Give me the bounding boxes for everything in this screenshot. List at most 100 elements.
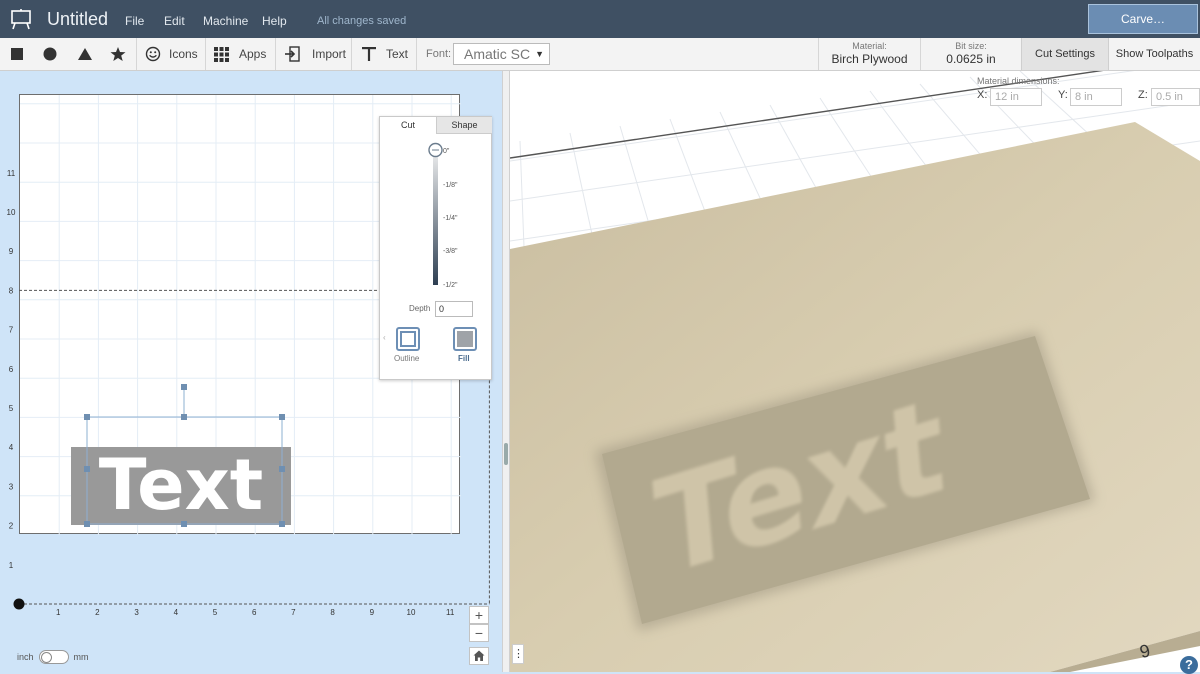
- icons-label: Icons: [169, 47, 198, 61]
- depth-tick-2: -1/4": [443, 215, 458, 222]
- outline-label: Outline: [394, 354, 420, 363]
- y-tick-label: 10: [7, 208, 16, 217]
- depth-tick-1: -1/8": [443, 182, 458, 189]
- menu-file[interactable]: File: [125, 14, 144, 28]
- origin-marker: [13, 598, 25, 610]
- x-tick-label: 11: [446, 608, 455, 617]
- x-tick-label: 6: [252, 608, 257, 617]
- toolbar: Icons Apps Import Text Font: Amatic SC ▼…: [0, 38, 1200, 71]
- caret-down-icon: ▼: [535, 49, 544, 59]
- circle-tool[interactable]: [43, 38, 57, 70]
- y-tick-label: 7: [9, 326, 14, 335]
- fill-icon: [457, 331, 473, 347]
- carve-button[interactable]: Carve…: [1088, 4, 1198, 34]
- triangle-icon: [78, 48, 92, 60]
- x-tick-label: 4: [174, 608, 179, 617]
- star-tool[interactable]: [110, 38, 126, 70]
- outline-option[interactable]: [396, 327, 420, 351]
- home-icon: [473, 650, 485, 661]
- x-tick-label: 9: [370, 608, 375, 617]
- pane-splitter[interactable]: [502, 71, 510, 672]
- zoom-out-button[interactable]: −: [469, 624, 489, 642]
- depth-input[interactable]: [435, 301, 473, 317]
- x-tick-label: 3: [134, 608, 139, 617]
- depth-tick-3: -3/8": [443, 248, 458, 255]
- fill-option[interactable]: [453, 327, 477, 351]
- preview-options-button[interactable]: ⋮: [512, 644, 524, 664]
- menu-edit[interactable]: Edit: [164, 14, 185, 28]
- y-tick-label: 2: [9, 522, 14, 531]
- font-value: Amatic SC: [464, 46, 531, 62]
- depth-tick-4: -1/2": [443, 282, 458, 289]
- y-tick-label: 9: [9, 247, 14, 256]
- menu-help[interactable]: Help: [262, 14, 287, 28]
- font-label: Font:: [426, 48, 452, 60]
- y-tick-label: 8: [9, 286, 14, 295]
- bitsize-selector[interactable]: Bit size: 0.0625 in: [920, 38, 1021, 70]
- triangle-tool[interactable]: [77, 38, 93, 70]
- tab-shape[interactable]: Shape: [436, 117, 492, 134]
- 3d-preview-render: Text 9: [510, 71, 1200, 672]
- text-label: Text: [386, 47, 409, 61]
- square-tool[interactable]: [10, 38, 24, 70]
- dim-x-input[interactable]: 12 in: [990, 88, 1042, 106]
- units-toggle[interactable]: inch mm: [17, 650, 89, 664]
- import-label: Import: [312, 47, 347, 61]
- easel-logo-icon[interactable]: [10, 8, 32, 30]
- dim-z-label: Z:: [1138, 89, 1148, 101]
- y-tick-label: 4: [9, 443, 14, 452]
- x-tick-label: 1: [56, 608, 61, 617]
- zoom-in-button[interactable]: +: [469, 606, 489, 624]
- y-tick-label: 1: [9, 561, 14, 570]
- depth-tick-0: 0": [443, 148, 450, 155]
- apps-label: Apps: [239, 47, 267, 61]
- home-view-button[interactable]: [469, 647, 489, 665]
- outline-icon: [400, 331, 416, 347]
- chevron-left-icon[interactable]: ‹: [383, 333, 386, 342]
- material-selector[interactable]: Material: Birch Plywood: [818, 38, 920, 70]
- depth-label: Depth: [409, 304, 431, 313]
- 3d-preview-pane[interactable]: Text 9: [510, 71, 1200, 672]
- font-select[interactable]: Amatic SC ▼: [453, 43, 550, 65]
- material-value: Birch Plywood: [831, 52, 908, 66]
- dim-y-input[interactable]: 8 in: [1070, 88, 1122, 106]
- y-tick-label: 5: [9, 404, 14, 413]
- bitsize-value: 0.0625 in: [946, 52, 996, 66]
- document-title[interactable]: Untitled: [47, 9, 108, 30]
- y-tick-label: 11: [7, 169, 16, 178]
- material-dimensions-label: Material dimensions:: [977, 76, 1060, 86]
- units-switch-knob: [40, 652, 52, 663]
- fill-label: Fill: [458, 354, 470, 363]
- save-status: All changes saved: [317, 15, 407, 27]
- units-inch-label: inch: [17, 652, 34, 662]
- units-mm-label: mm: [73, 652, 89, 662]
- apps-button[interactable]: Apps: [214, 38, 266, 70]
- cut-settings-button[interactable]: Cut Settings: [1021, 38, 1108, 70]
- tab-cut[interactable]: Cut: [380, 117, 436, 134]
- y-tick-label: 6: [9, 365, 14, 374]
- help-button[interactable]: ?: [1180, 656, 1198, 674]
- text-button[interactable]: Text: [362, 38, 408, 70]
- units-switch[interactable]: [38, 650, 69, 664]
- splitter-grip[interactable]: [504, 443, 508, 465]
- import-icon: [285, 46, 300, 62]
- dim-z-input[interactable]: 0.5 in: [1151, 88, 1200, 106]
- depth-slider[interactable]: 0" -1/8" -1/4" -3/8" -1/2": [380, 139, 491, 289]
- y-tick-label: 3: [9, 482, 14, 491]
- x-tick-label: 8: [330, 608, 335, 617]
- star-icon: [110, 47, 126, 61]
- show-toolpaths-button[interactable]: Show Toolpaths: [1108, 38, 1200, 70]
- x-tick-label: 5: [213, 608, 218, 617]
- circle-icon: [43, 47, 57, 61]
- dim-x-label: X:: [977, 89, 988, 101]
- x-tick-label: 10: [407, 608, 416, 617]
- menu-machine[interactable]: Machine: [203, 14, 248, 28]
- smiley-icon: [145, 46, 161, 62]
- cut-panel: Cut Shape 0" -1/8" -1/4" -3/8" -1/2" Dep…: [379, 116, 492, 380]
- icons-button[interactable]: Icons: [145, 38, 198, 70]
- square-icon: [11, 48, 23, 60]
- bitsize-label: Bit size:: [955, 41, 987, 51]
- x-tick-label: 7: [291, 608, 296, 617]
- import-button[interactable]: Import: [284, 38, 346, 70]
- x-tick-label: 2: [95, 608, 100, 617]
